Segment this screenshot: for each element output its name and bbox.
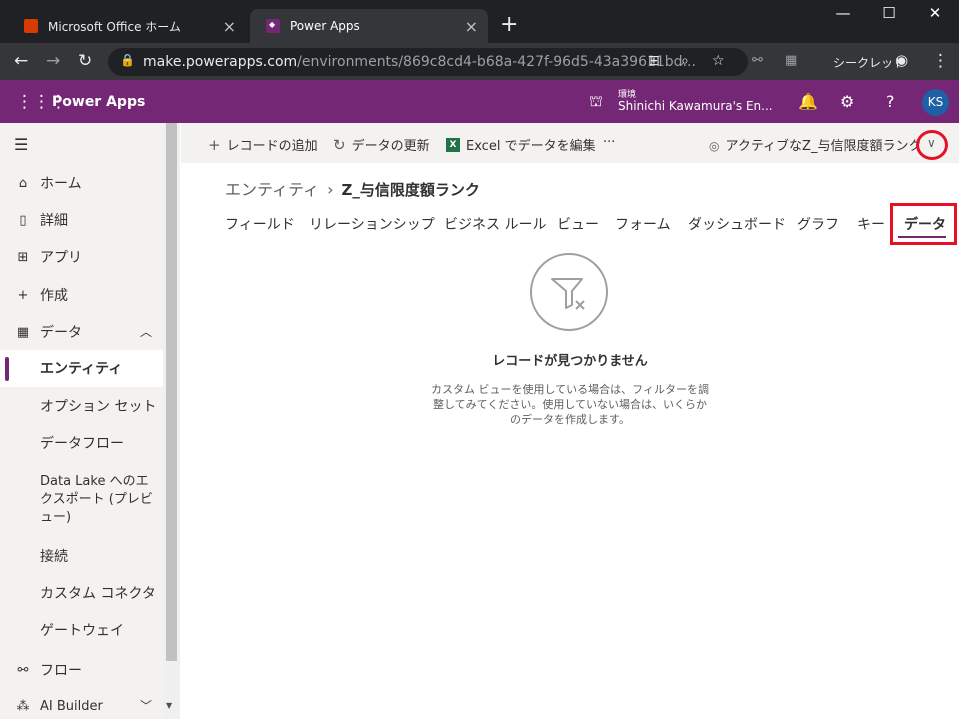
forward-icon[interactable]: → — [46, 51, 60, 71]
breadcrumb: エンティティ › Z_与信限度額ランク — [225, 176, 480, 200]
excel-icon: X — [446, 137, 460, 152]
refresh-data-button[interactable]: ↻ データの更新 — [333, 135, 430, 155]
refresh-icon: ↻ — [333, 135, 346, 154]
breadcrumb-current: Z_与信限度額ランク — [341, 181, 480, 199]
star-icon[interactable]: ☆ — [712, 53, 725, 69]
sidebar-scrollbar-thumb[interactable] — [166, 123, 177, 661]
incognito-icon[interactable]: ◉ — [895, 51, 908, 69]
sidebar-item-home[interactable]: ⌂ ホーム — [0, 173, 163, 193]
sidebar-item-create[interactable]: + 作成 — [0, 285, 163, 305]
empty-state-title: レコードが見つかりません — [492, 354, 648, 369]
office-icon — [24, 19, 38, 33]
tab-business-rules[interactable]: ビジネス ルール — [444, 214, 546, 234]
flow-icon: ⚯ — [17, 662, 29, 678]
address-bar[interactable]: 🔒 make.powerapps.com/environments/869c8c… — [108, 48, 748, 76]
home-icon: ⌂ — [18, 175, 28, 191]
extension-icon-2[interactable]: ▦ — [785, 53, 797, 68]
tab-keys[interactable]: キー — [857, 214, 885, 234]
edit-in-excel-button[interactable]: X Excel でデータを編集 — [446, 135, 596, 154]
tab-dashboards[interactable]: ダッシュボード — [688, 214, 786, 234]
sidebar-item-apps[interactable]: ⊞ アプリ — [0, 247, 163, 267]
close-icon[interactable]: × — [223, 17, 236, 36]
app-title[interactable]: Power Apps — [52, 94, 145, 110]
sidebar-item-learn[interactable]: ▯ 詳細 — [0, 210, 163, 230]
sidebar-item-entities[interactable]: エンティティ — [40, 360, 160, 378]
plus-icon: + — [17, 287, 29, 303]
highlight-box — [890, 203, 957, 245]
sidebar-item-dataflows[interactable]: データフロー — [40, 435, 160, 453]
environment-icon: ⛫ — [589, 92, 603, 110]
browser-tab-power-apps[interactable]: Power Apps × — [250, 9, 488, 43]
gear-icon[interactable]: ⚙ — [840, 92, 854, 111]
eye-icon: ◎ — [709, 139, 720, 153]
more-commands-button[interactable]: ··· — [603, 135, 615, 150]
app-header: ⋮⋮⋮ Power Apps ⛫ 環境 Shinichi Kawamura's … — [0, 80, 959, 123]
zoom-icon[interactable]: ⌕ — [681, 53, 689, 69]
tab-fields[interactable]: フィールド — [225, 214, 295, 234]
sidebar-item-option-sets[interactable]: オプション セット — [40, 398, 160, 416]
breadcrumb-parent[interactable]: エンティティ — [225, 180, 319, 199]
help-icon[interactable]: ? — [886, 92, 895, 111]
scroll-down-arrow-icon[interactable]: ▼ — [166, 701, 172, 710]
sidebar-item-connections[interactable]: 接続 — [40, 548, 160, 566]
ai-icon: ⁂ — [16, 699, 30, 714]
maximize-icon[interactable]: ☐ — [866, 4, 912, 22]
chevron-down-icon[interactable]: ﹀ — [140, 697, 152, 714]
add-record-button[interactable]: + レコードの追加 — [208, 135, 318, 155]
browser-tab-title: Power Apps — [290, 19, 360, 33]
close-icon[interactable]: × — [465, 17, 478, 36]
tab-relationships[interactable]: リレーションシップ — [309, 214, 435, 234]
sidebar-item-data-lake-export[interactable]: Data Lake へのエクスポート (プレビュー) — [40, 473, 160, 527]
book-icon: ▯ — [19, 212, 27, 228]
window-close-icon[interactable]: ✕ — [912, 4, 958, 22]
plus-icon: + — [208, 135, 221, 154]
chevron-up-icon[interactable]: ︿ — [140, 323, 152, 340]
sidebar-item-data[interactable]: ▦ データ — [0, 322, 163, 342]
sidebar-item-gateways[interactable]: ゲートウェイ — [40, 622, 160, 640]
tab-views[interactable]: ビュー — [557, 214, 599, 234]
new-tab-icon[interactable]: + — [500, 12, 518, 37]
sidebar-item-flows[interactable]: ⚯ フロー — [0, 660, 163, 680]
translate-icon[interactable]: ⊞ — [648, 53, 660, 69]
reload-icon[interactable]: ↻ — [78, 51, 92, 71]
apps-icon: ⊞ — [17, 249, 29, 265]
browser-tab-office[interactable]: Microsoft Office ホーム × — [8, 9, 246, 43]
url-text: make.powerapps.com/environments/869c8cd4… — [143, 54, 696, 70]
table-icon: ▦ — [16, 324, 30, 340]
tab-forms[interactable]: フォーム — [615, 214, 671, 234]
sidebar-item-custom-connectors[interactable]: カスタム コネクタ — [40, 585, 160, 603]
sidebar-item-ai-builder[interactable]: ⁂ AI Builder — [0, 699, 163, 714]
command-bar: + レコードの追加 ↻ データの更新 X Excel でデータを編集 ··· ◎… — [181, 123, 959, 163]
minimize-icon[interactable]: — — [820, 4, 866, 22]
sidebar-active-indicator — [5, 357, 9, 381]
environment-name[interactable]: Shinichi Kawamura's En... — [618, 99, 773, 113]
browser-tab-title: Microsoft Office ホーム — [48, 19, 181, 34]
breadcrumb-separator: › — [327, 180, 334, 199]
view-selector[interactable]: ◎ アクティブなZ_与信限度額ランク — [709, 135, 921, 154]
avatar[interactable]: KS — [922, 89, 949, 116]
browser-tab-strip: Microsoft Office ホーム × Power Apps × + — … — [0, 0, 959, 43]
left-nav: ☰ ⌂ ホーム ▯ 詳細 ⊞ アプリ + 作成 ▦ データ ︿ エンティティ オ… — [0, 123, 180, 719]
highlight-circle — [916, 130, 948, 160]
kebab-menu-icon[interactable]: ⋮ — [932, 51, 949, 71]
tab-charts[interactable]: グラフ — [797, 214, 839, 234]
lock-icon: 🔒 — [120, 53, 135, 67]
extension-icon[interactable]: ⚯ — [752, 53, 763, 68]
hamburger-icon[interactable]: ☰ — [14, 135, 28, 154]
bell-icon[interactable]: 🔔 — [798, 92, 818, 111]
empty-state-description: カスタム ビューを使用している場合は、フィルターを調整してみてください。使用して… — [431, 383, 709, 426]
power-apps-icon — [266, 19, 280, 33]
browser-nav-bar: ← → ↻ 🔒 make.powerapps.com/environments/… — [0, 43, 959, 80]
filter-icon — [530, 253, 608, 331]
back-icon[interactable]: ← — [14, 51, 28, 71]
